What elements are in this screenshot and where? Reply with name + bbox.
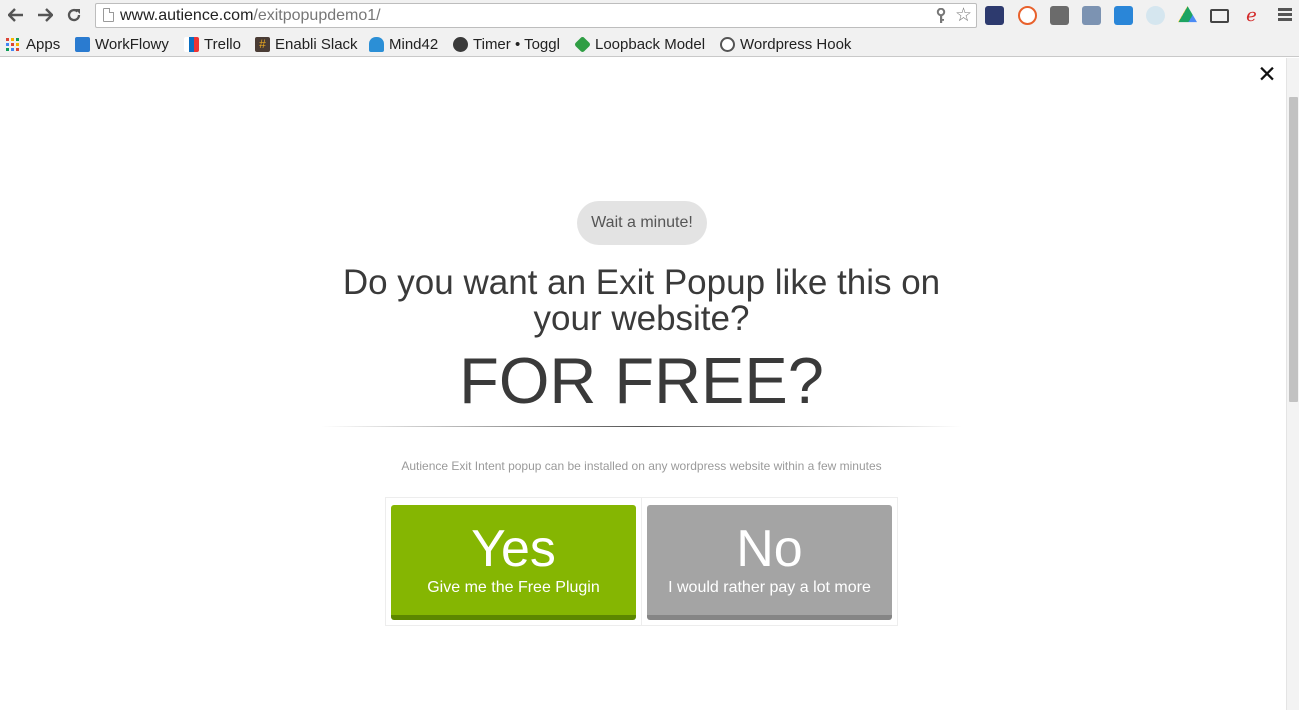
- bookmark-label: Trello: [204, 35, 241, 53]
- bookmark-label: Mind42: [389, 35, 439, 53]
- bookmark-slack[interactable]: # Enabli Slack: [255, 34, 358, 54]
- forward-arrow-icon[interactable]: [33, 4, 57, 26]
- bookmark-label: Timer • Toggl: [473, 35, 560, 53]
- yes-title: Yes: [471, 520, 556, 578]
- scrollbar[interactable]: [1286, 58, 1299, 710]
- cast-icon[interactable]: [1210, 9, 1229, 23]
- no-subtitle: I would rather pay a lot more: [668, 579, 871, 596]
- e-ext-icon[interactable]: e: [1242, 6, 1261, 25]
- bookmark-loopback[interactable]: Loopback Model: [574, 34, 706, 54]
- popup-headline: Do you want an Exit Popup like this on y…: [342, 263, 941, 338]
- wait-badge: Wait a minute!: [577, 201, 707, 245]
- no-title: No: [736, 520, 803, 578]
- bookmark-apps[interactable]: Apps: [6, 34, 60, 54]
- popup-subtext: Autience Exit Intent popup can be instal…: [401, 459, 882, 473]
- wordpress-icon: [720, 36, 735, 52]
- bookmark-label: WorkFlowy: [95, 35, 169, 53]
- no-button[interactable]: No I would rather pay a lot more: [647, 505, 892, 620]
- eye-ext-icon[interactable]: [1146, 6, 1165, 25]
- bookmark-mind42[interactable]: Mind42: [369, 34, 438, 54]
- browser-toolbar: www.autience.com/exitpopupdemo1/ ☆ e: [0, 0, 1299, 31]
- scrollbar-thumb[interactable]: [1289, 97, 1298, 402]
- bookmark-label: Apps: [26, 35, 61, 53]
- key-icon[interactable]: [936, 7, 946, 24]
- slack-icon: #: [255, 36, 270, 52]
- arrow-ext-icon[interactable]: [1114, 6, 1133, 25]
- page-icon: [103, 8, 114, 22]
- camera-ext-icon[interactable]: [1050, 6, 1069, 25]
- popup-big-text: FOR FREE?: [459, 344, 824, 417]
- bookmarks-bar: Apps WorkFlowy Trello # Enabli Slack Min…: [0, 31, 1299, 57]
- workflowy-icon: [75, 36, 90, 52]
- bookmark-label: Loopback Model: [595, 35, 706, 53]
- bookmark-workflowy[interactable]: WorkFlowy: [75, 34, 169, 54]
- drive-icon[interactable]: [1178, 6, 1197, 23]
- puzzle-ext-icon[interactable]: [985, 6, 1004, 25]
- toggl-icon: [453, 36, 468, 52]
- bookmark-label: Wordpress Hook: [740, 35, 852, 53]
- yes-button[interactable]: Yes Give me the Free Plugin: [391, 505, 636, 620]
- back-arrow-icon[interactable]: [4, 4, 28, 26]
- exit-popup: ✕ Wait a minute! Do you want an Exit Pop…: [0, 58, 1286, 710]
- bookmark-star-icon[interactable]: ☆: [955, 5, 972, 25]
- yes-subtitle: Give me the Free Plugin: [427, 579, 600, 596]
- url-text[interactable]: www.autience.com/exitpopupdemo1/: [120, 7, 381, 25]
- divider: [321, 426, 962, 427]
- loopback-icon: [574, 35, 591, 53]
- bookmark-wordpress[interactable]: Wordpress Hook: [720, 34, 851, 54]
- close-icon[interactable]: ✕: [1255, 63, 1279, 87]
- address-bar[interactable]: www.autience.com/exitpopupdemo1/ ☆: [95, 3, 977, 28]
- reload-icon[interactable]: [62, 4, 86, 26]
- bookmark-toggl[interactable]: Timer • Toggl: [453, 34, 560, 54]
- trello-icon: [184, 36, 199, 52]
- screen-ext-icon[interactable]: [1082, 6, 1101, 25]
- bookmark-trello[interactable]: Trello: [184, 34, 241, 54]
- mind42-icon: [369, 36, 384, 52]
- b-ext-icon[interactable]: [1018, 6, 1037, 25]
- apps-grid-icon: [6, 37, 19, 51]
- bookmark-label: Enabli Slack: [275, 35, 358, 53]
- menu-icon[interactable]: [1278, 8, 1292, 21]
